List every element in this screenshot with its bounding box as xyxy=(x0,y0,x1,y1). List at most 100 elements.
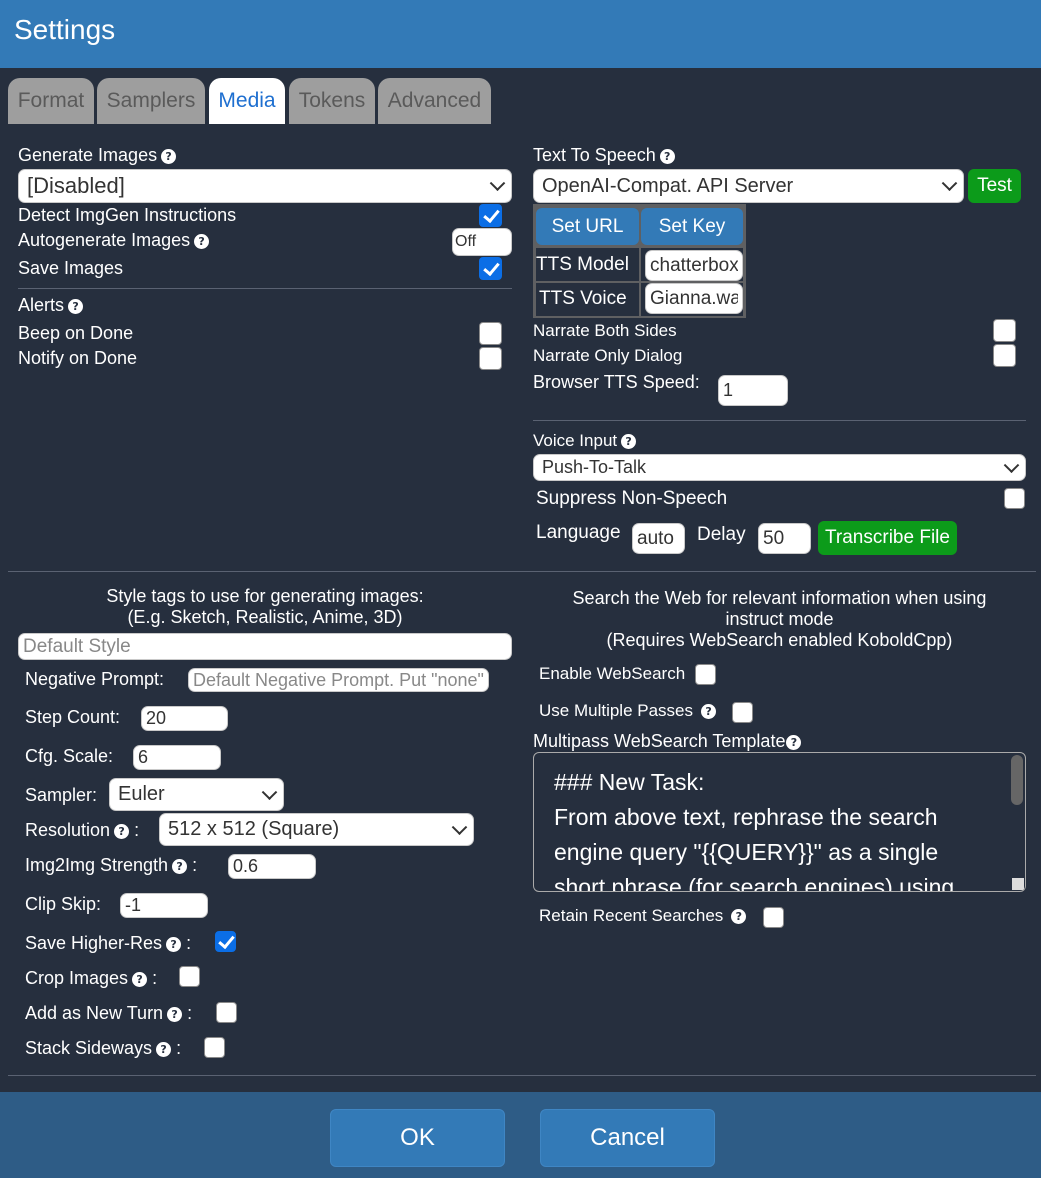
tab-samplers[interactable]: Samplers xyxy=(97,78,205,124)
default-style-input[interactable] xyxy=(18,633,512,660)
section-divider xyxy=(8,1075,1036,1076)
section-divider xyxy=(8,571,1036,572)
negative-prompt-label: Negative Prompt: xyxy=(25,669,165,689)
help-icon[interactable]: ? xyxy=(132,972,148,987)
add-as-new-turn-checkbox[interactable] xyxy=(216,1002,237,1023)
enable-websearch-checkbox[interactable] xyxy=(695,664,716,685)
language-label: Language xyxy=(536,522,621,543)
img2img-strength-label: Img2Img Strength? : xyxy=(25,855,198,875)
resolution-label: Resolution? : xyxy=(25,820,140,840)
stack-sideways-checkbox[interactable] xyxy=(204,1037,225,1058)
help-icon[interactable]: ? xyxy=(621,434,637,449)
suppress-non-speech-checkbox[interactable] xyxy=(1004,488,1025,509)
tts-model-input[interactable] xyxy=(645,250,743,281)
help-icon[interactable]: ? xyxy=(167,1007,183,1022)
help-icon[interactable]: ? xyxy=(114,824,130,839)
clip-skip-label: Clip Skip: xyxy=(25,894,102,914)
notify-on-done-checkbox[interactable] xyxy=(479,347,502,370)
tab-format[interactable]: Format xyxy=(8,78,94,124)
help-icon[interactable]: ? xyxy=(156,1042,172,1057)
enable-websearch-label: Enable WebSearch xyxy=(539,664,686,683)
divider xyxy=(533,420,1026,421)
help-icon[interactable]: ? xyxy=(68,299,84,314)
autogenerate-images-label: Autogenerate Images? xyxy=(18,230,210,251)
step-count-label: Step Count: xyxy=(25,707,121,727)
retain-recent-searches-label: Retain Recent Searches? xyxy=(539,906,747,926)
add-as-new-turn-label: Add as New Turn? : xyxy=(25,1003,193,1023)
delay-input[interactable] xyxy=(758,523,811,554)
narrate-both-checkbox[interactable] xyxy=(993,319,1016,342)
cancel-button[interactable]: Cancel xyxy=(540,1109,715,1167)
tts-model-label: TTS Model xyxy=(536,254,629,275)
set-url-button[interactable]: Set URL xyxy=(536,208,639,245)
help-icon[interactable]: ? xyxy=(659,149,675,164)
narrate-both-label: Narrate Both Sides xyxy=(533,321,677,340)
tts-voice-input[interactable] xyxy=(645,283,743,314)
voice-input-label: Voice Input? xyxy=(533,431,637,451)
transcribe-file-button[interactable]: Transcribe File xyxy=(818,521,957,555)
narrate-dialog-label: Narrate Only Dialog xyxy=(533,346,683,365)
sampler-select[interactable]: Euler xyxy=(109,778,284,811)
sampler-label: Sampler: xyxy=(25,785,98,805)
help-icon[interactable]: ? xyxy=(194,234,210,249)
resize-handle[interactable] xyxy=(1012,878,1024,890)
suppress-non-speech-label: Suppress Non-Speech xyxy=(536,488,728,509)
help-icon[interactable]: ? xyxy=(172,859,188,874)
save-images-label: Save Images xyxy=(18,258,124,278)
divider xyxy=(18,288,512,289)
chevron-down-icon xyxy=(261,783,278,800)
chevron-down-icon xyxy=(489,175,506,192)
use-multiple-passes-checkbox[interactable] xyxy=(732,702,753,723)
narrate-dialog-checkbox[interactable] xyxy=(993,344,1016,367)
dialog-footer xyxy=(0,1092,1041,1178)
help-icon[interactable]: ? xyxy=(731,909,747,924)
tab-bar: Format Samplers Media Tokens Advanced xyxy=(0,68,1041,124)
use-multiple-passes-label: Use Multiple Passes? xyxy=(539,701,717,721)
stack-sideways-label: Stack Sideways? : xyxy=(25,1038,182,1058)
cfg-scale-label: Cfg. Scale: xyxy=(25,746,114,766)
chevron-down-icon xyxy=(1003,456,1020,473)
set-key-button[interactable]: Set Key xyxy=(641,208,743,245)
resolution-select[interactable]: 512 x 512 (Square) xyxy=(159,813,474,846)
crop-images-checkbox[interactable] xyxy=(179,966,200,987)
browser-tts-speed-input[interactable] xyxy=(718,375,788,406)
tts-test-button[interactable]: Test xyxy=(968,169,1021,203)
save-higher-res-checkbox[interactable] xyxy=(215,931,236,952)
generate-images-label: Generate Images? xyxy=(18,145,177,166)
beep-on-done-checkbox[interactable] xyxy=(479,322,502,345)
help-icon[interactable]: ? xyxy=(166,937,182,952)
tab-tokens[interactable]: Tokens xyxy=(289,78,375,124)
detect-imggen-checkbox[interactable] xyxy=(479,204,502,227)
voice-input-select[interactable]: Push-To-Talk xyxy=(533,454,1026,481)
beep-on-done-label: Beep on Done xyxy=(18,323,134,343)
tts-voice-label: TTS Voice xyxy=(539,288,627,309)
websearch-heading: Search the Web for relevant information … xyxy=(572,588,987,650)
multipass-template-textarea[interactable]: ### New Task: From above text, rephrase … xyxy=(533,752,1026,892)
save-higher-res-label: Save Higher-Res? : xyxy=(25,933,192,953)
language-input[interactable] xyxy=(632,523,685,554)
help-icon[interactable]: ? xyxy=(161,149,177,164)
chevron-down-icon xyxy=(451,818,468,835)
generate-images-select[interactable]: [Disabled] xyxy=(18,169,512,203)
img2img-strength-input[interactable] xyxy=(228,854,316,879)
ok-button[interactable]: OK xyxy=(330,1109,505,1167)
negative-prompt-input[interactable] xyxy=(188,668,489,692)
scrollbar-thumb[interactable] xyxy=(1011,755,1023,805)
crop-images-label: Crop Images? : xyxy=(25,968,158,988)
help-icon[interactable]: ? xyxy=(701,704,717,719)
step-count-input[interactable] xyxy=(141,706,228,731)
tts-config-table: Set URL Set Key TTS Model TTS Voice xyxy=(533,204,746,318)
delay-label: Delay xyxy=(697,524,746,545)
cfg-scale-input[interactable] xyxy=(133,745,221,770)
autogenerate-images-select[interactable]: Off xyxy=(452,228,512,256)
clip-skip-input[interactable] xyxy=(120,893,208,918)
tts-select[interactable]: OpenAI-Compat. API Server xyxy=(533,169,964,203)
title-bar: Settings xyxy=(0,0,1041,68)
help-icon[interactable]: ? xyxy=(786,735,802,750)
tab-advanced[interactable]: Advanced xyxy=(378,78,491,124)
save-images-checkbox[interactable] xyxy=(479,257,502,280)
alerts-label: Alerts? xyxy=(18,295,84,316)
tab-media[interactable]: Media xyxy=(209,78,285,124)
retain-recent-searches-checkbox[interactable] xyxy=(763,907,784,928)
chevron-down-icon xyxy=(941,175,958,192)
